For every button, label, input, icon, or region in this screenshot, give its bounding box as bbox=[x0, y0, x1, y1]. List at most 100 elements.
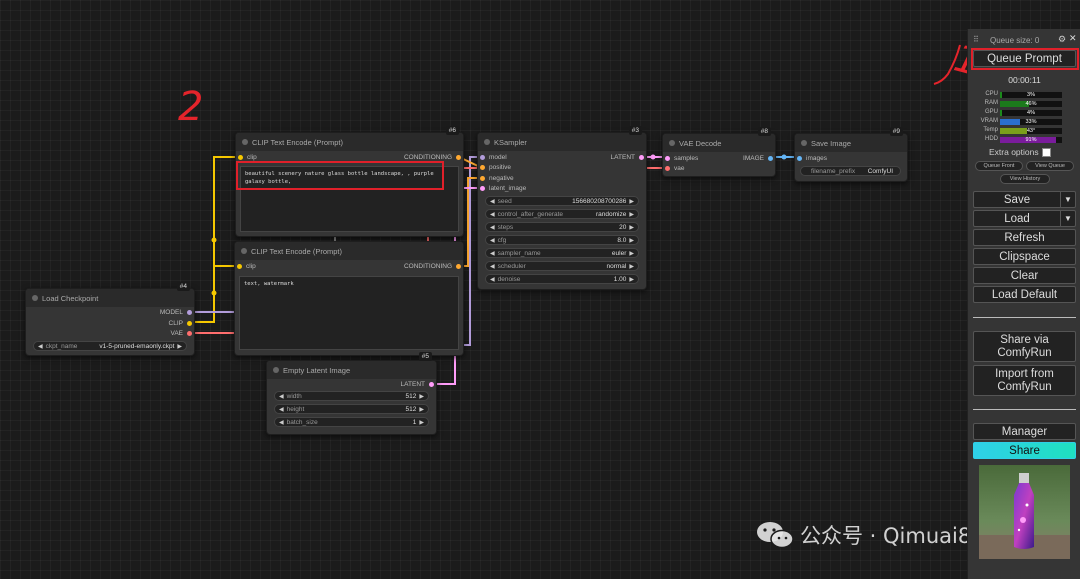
arrow-left-icon[interactable]: ◀ bbox=[490, 237, 495, 244]
input-slot-clip[interactable]: clip bbox=[236, 154, 257, 161]
arrow-right-icon[interactable]: ▶ bbox=[629, 250, 634, 257]
clip-text-encode-negative-node[interactable]: CLIP Text Encode (Prompt) clip CONDITION… bbox=[234, 241, 464, 356]
manager-button[interactable]: Manager bbox=[973, 423, 1076, 440]
close-icon[interactable]: ✕ bbox=[1069, 33, 1077, 44]
save-image-node[interactable]: Save Image #9 images filename_prefix Com… bbox=[794, 127, 908, 182]
arrow-left-icon[interactable]: ◀ bbox=[490, 211, 495, 218]
output-slot-image[interactable]: IMAGE bbox=[743, 155, 775, 162]
arrow-left-icon[interactable]: ◀ bbox=[490, 263, 495, 270]
arrow-right-icon[interactable]: ▶ bbox=[419, 393, 424, 400]
node-title-bar[interactable]: Empty Latent Image #5 bbox=[267, 352, 436, 379]
arrow-right-icon[interactable]: ▶ bbox=[629, 276, 634, 283]
output-slot-vae[interactable]: VAE bbox=[170, 330, 194, 337]
arrow-left-icon[interactable]: ◀ bbox=[279, 393, 284, 400]
arrow-right-icon[interactable]: ▶ bbox=[629, 263, 634, 270]
side-menu[interactable]: ⠿ Queue size: 0 ⚙ ✕ Queue Prompt 00:00:1… bbox=[967, 29, 1080, 579]
widget-batch-size[interactable]: ◀ batch_size 1 ▶ bbox=[274, 417, 429, 427]
load-checkpoint-node[interactable]: Load Checkpoint #4 MODEL CLIP VAE ◀ ckpt… bbox=[25, 282, 195, 356]
node-title-bar[interactable]: Save Image #9 bbox=[795, 127, 907, 152]
widget-cfg[interactable]: ◀ cfg 8.0 ▶ bbox=[485, 235, 639, 245]
widget-value: euler bbox=[611, 249, 627, 257]
empty-latent-image-node[interactable]: Empty Latent Image #5 LATENT ◀ width 512… bbox=[266, 352, 437, 435]
gear-icon[interactable]: ⚙ bbox=[1058, 34, 1066, 45]
widget-ckpt-name[interactable]: ◀ ckpt_name v1-5-pruned-emaonly.ckpt ▶ bbox=[33, 341, 187, 351]
widget-height[interactable]: ◀ height 512 ▶ bbox=[274, 404, 429, 414]
negative-prompt-textarea[interactable]: text, watermark bbox=[239, 276, 459, 350]
arrow-right-icon[interactable]: ▶ bbox=[629, 198, 634, 205]
arrow-left-icon[interactable]: ◀ bbox=[38, 343, 43, 350]
collapse-dot-icon[interactable] bbox=[484, 139, 490, 145]
queue-front-button[interactable]: Queue Front bbox=[975, 161, 1023, 171]
input-slot-latent-image[interactable]: latent_image bbox=[478, 185, 526, 192]
input-slot-positive[interactable]: positive bbox=[478, 164, 511, 171]
widget-filename-prefix[interactable]: filename_prefix ComfyUI bbox=[800, 166, 901, 176]
view-history-button[interactable]: View History bbox=[1000, 174, 1050, 184]
widget-width[interactable]: ◀ width 512 ▶ bbox=[274, 391, 429, 401]
arrow-left-icon[interactable]: ◀ bbox=[490, 198, 495, 205]
widget-sampler-name[interactable]: ◀ sampler_name euler ▶ bbox=[485, 248, 639, 258]
arrow-right-icon[interactable]: ▶ bbox=[629, 224, 634, 231]
arrow-left-icon[interactable]: ◀ bbox=[490, 224, 495, 231]
output-slot-clip[interactable]: CLIP bbox=[169, 320, 194, 327]
button-label: ComfyRun bbox=[997, 346, 1052, 359]
input-slot-vae[interactable]: vae bbox=[663, 165, 684, 172]
output-image-preview[interactable] bbox=[979, 465, 1070, 559]
import-from-comfyrun-button[interactable]: Import from ComfyRun bbox=[973, 365, 1076, 396]
collapse-dot-icon[interactable] bbox=[242, 139, 248, 145]
node-title-bar[interactable]: KSampler #3 bbox=[478, 126, 646, 151]
output-slot-conditioning[interactable]: CONDITIONING bbox=[404, 154, 463, 161]
widget-denoise[interactable]: ◀ denoise 1.00 ▶ bbox=[485, 274, 639, 284]
arrow-right-icon[interactable]: ▶ bbox=[177, 343, 182, 350]
collapse-dot-icon[interactable] bbox=[801, 140, 807, 146]
widget-control-after-generate[interactable]: ◀ control_after_generate randomize ▶ bbox=[485, 209, 639, 219]
arrow-right-icon[interactable]: ▶ bbox=[629, 237, 634, 244]
load-button[interactable]: Load ▼ bbox=[973, 210, 1076, 227]
share-via-comfyrun-button[interactable]: Share via ComfyRun bbox=[973, 331, 1076, 362]
collapse-dot-icon[interactable] bbox=[669, 140, 675, 146]
dropdown-caret-icon[interactable]: ▼ bbox=[1060, 192, 1075, 207]
arrow-left-icon[interactable]: ◀ bbox=[490, 250, 495, 257]
input-slot-negative[interactable]: negative bbox=[478, 175, 514, 182]
node-title-bar[interactable]: Load Checkpoint #4 bbox=[26, 282, 194, 307]
widget-seed[interactable]: ◀ seed 156680208700286 ▶ bbox=[485, 196, 639, 206]
arrow-right-icon[interactable]: ▶ bbox=[419, 406, 424, 413]
output-slot-latent[interactable]: LATENT bbox=[401, 381, 436, 388]
collapse-dot-icon[interactable] bbox=[273, 367, 279, 373]
arrow-left-icon[interactable]: ◀ bbox=[490, 276, 495, 283]
extra-options-row[interactable]: Extra options bbox=[989, 147, 1051, 157]
clear-button[interactable]: Clear bbox=[973, 267, 1076, 284]
widget-steps[interactable]: ◀ steps 20 ▶ bbox=[485, 222, 639, 232]
collapse-dot-icon[interactable] bbox=[241, 248, 247, 254]
dropdown-caret-icon[interactable]: ▼ bbox=[1060, 211, 1075, 226]
input-slot-samples[interactable]: samples bbox=[663, 155, 698, 162]
ksampler-node[interactable]: KSampler #3 model positive negative late… bbox=[477, 126, 647, 290]
collapse-dot-icon[interactable] bbox=[32, 295, 38, 301]
load-default-button[interactable]: Load Default bbox=[973, 286, 1076, 303]
node-title-bar[interactable]: CLIP Text Encode (Prompt) bbox=[235, 242, 463, 260]
vae-decode-node[interactable]: VAE Decode #8 samples vae IMAGE bbox=[662, 127, 776, 177]
output-slot-model[interactable]: MODEL bbox=[160, 309, 194, 316]
clip-text-encode-positive-node[interactable]: CLIP Text Encode (Prompt) #6 clip CONDIT… bbox=[235, 126, 464, 237]
view-queue-button[interactable]: View Queue bbox=[1026, 161, 1074, 171]
node-title-bar[interactable]: CLIP Text Encode (Prompt) #6 bbox=[236, 126, 463, 151]
arrow-left-icon[interactable]: ◀ bbox=[279, 419, 284, 426]
input-slot-model[interactable]: model bbox=[478, 154, 507, 161]
arrow-left-icon[interactable]: ◀ bbox=[279, 406, 284, 413]
clipspace-button[interactable]: Clipspace bbox=[973, 248, 1076, 265]
refresh-button[interactable]: Refresh bbox=[973, 229, 1076, 246]
input-slot-clip[interactable]: clip bbox=[235, 263, 256, 270]
prompt-textarea[interactable]: beautiful scenery nature glass bottle la… bbox=[240, 166, 459, 232]
input-slot-images[interactable]: images bbox=[795, 155, 827, 162]
drag-handle-icon[interactable]: ⠿ bbox=[973, 35, 979, 44]
extra-options-checkbox[interactable] bbox=[1041, 147, 1051, 157]
widget-scheduler[interactable]: ◀ scheduler normal ▶ bbox=[485, 261, 639, 271]
node-title-bar[interactable]: VAE Decode #8 bbox=[663, 127, 775, 152]
arrow-right-icon[interactable]: ▶ bbox=[629, 211, 634, 218]
queue-prompt-button[interactable]: Queue Prompt bbox=[973, 50, 1076, 67]
output-slot-latent[interactable]: LATENT bbox=[611, 154, 646, 161]
arrow-right-icon[interactable]: ▶ bbox=[419, 419, 424, 426]
graph-canvas[interactable]: CLIP Text Encode (Prompt) #6 clip CONDIT… bbox=[0, 0, 1080, 579]
output-slot-conditioning[interactable]: CONDITIONING bbox=[404, 263, 463, 270]
share-button[interactable]: Share bbox=[973, 442, 1076, 459]
save-button[interactable]: Save ▼ bbox=[973, 191, 1076, 208]
